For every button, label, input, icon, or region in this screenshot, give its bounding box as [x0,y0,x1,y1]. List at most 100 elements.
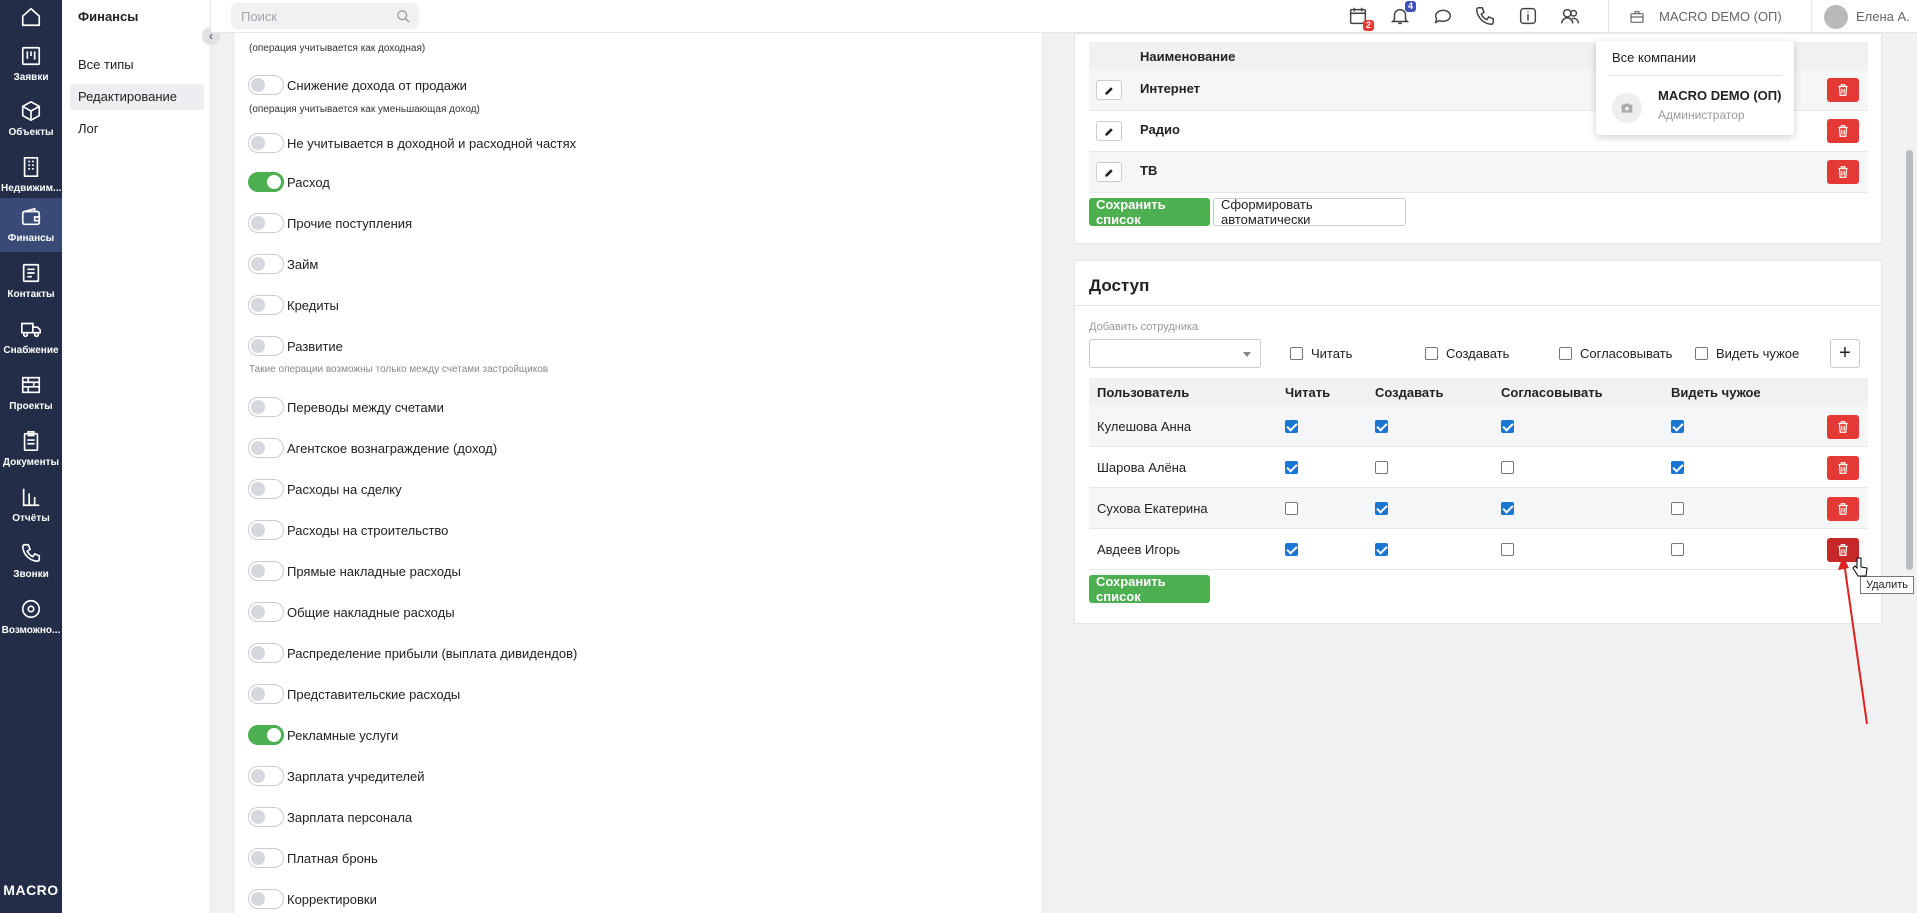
nav-home[interactable] [0,0,62,33]
operation-toggle-row[interactable]: Представительские расходы [248,684,460,704]
operation-toggle-row[interactable]: Рекламные услуги [248,725,398,745]
nav-contacts[interactable]: Контакты [0,254,62,308]
operation-toggle-row[interactable]: Прочие поступления [248,213,412,233]
nav-documents[interactable]: Документы [0,422,62,476]
notifications-button[interactable]: 4 [1389,1,1416,27]
operation-toggle-row[interactable]: Развитие [248,336,343,356]
operation-toggle-row[interactable]: Зарплата учредителей [248,766,425,786]
delete-button[interactable] [1827,119,1859,143]
info-button[interactable] [1517,5,1539,27]
company-switcher[interactable]: MACRO DEMO (ОП) [1608,0,1782,33]
nav-calls[interactable]: Звонки [0,534,62,588]
read-checkbox[interactable] [1285,461,1298,474]
operation-toggle-row[interactable]: Распределение прибыли (выплата дивидендо… [248,643,577,663]
operation-toggle-row[interactable]: Расход [248,172,330,192]
toggle-switch[interactable] [248,295,284,315]
toggle-switch[interactable] [248,889,284,909]
operation-toggle-row[interactable]: Платная бронь [248,848,378,868]
toggle-switch[interactable] [248,643,284,663]
create-checkbox[interactable] [1375,543,1388,556]
operation-toggle-row[interactable]: Корректировки [248,889,377,909]
nav-projects[interactable]: Проекты [0,366,62,420]
search-input[interactable]: Поиск [231,3,419,29]
toggle-switch[interactable] [248,725,284,745]
toggle-switch[interactable] [248,397,284,417]
edit-button[interactable] [1096,121,1122,141]
auto-generate-button[interactable]: Сформировать автоматически [1213,197,1406,227]
operation-toggle-row[interactable]: Общие накладные расходы [248,602,455,622]
nav-zayavki[interactable]: Заявки [0,37,62,91]
approve-checkbox[interactable] [1501,420,1514,433]
operation-toggle-row[interactable]: Зарплата персонала [248,807,412,827]
chat-button[interactable] [1432,5,1454,27]
toggle-switch[interactable] [248,561,284,581]
nav-finance[interactable]: Финансы [0,198,62,252]
see-others-checkbox[interactable] [1671,461,1684,474]
save-list-button[interactable]: Сохранить список [1089,197,1210,227]
nav-supply[interactable]: Снабжение [0,310,62,364]
toggle-switch[interactable] [248,602,284,622]
option-approve[interactable]: Согласовывать [1559,346,1672,361]
nav-realty[interactable]: Недвижим... [0,148,62,202]
delete-button[interactable] [1827,497,1859,521]
checkbox[interactable] [1695,347,1708,360]
approve-checkbox[interactable] [1501,543,1514,556]
save-access-button[interactable]: Сохранить список [1089,574,1210,604]
edit-button[interactable] [1096,162,1122,182]
calendar-button[interactable]: 2 [1347,5,1374,31]
see-others-checkbox[interactable] [1671,543,1684,556]
create-checkbox[interactable] [1375,461,1388,474]
toggle-switch[interactable] [248,133,284,153]
toggle-switch[interactable] [248,438,284,458]
read-checkbox[interactable] [1285,502,1298,515]
operation-toggle-row[interactable]: Кредиты [248,295,339,315]
toggle-switch[interactable] [248,807,284,827]
checkbox[interactable] [1425,347,1438,360]
page-scrollbar[interactable] [1906,150,1913,570]
option-see-others[interactable]: Видеть чужое [1695,346,1799,361]
subnav-all-types[interactable]: Все типы [70,52,204,78]
see-others-checkbox[interactable] [1671,420,1684,433]
toggle-switch[interactable] [248,213,284,233]
calls-button[interactable] [1474,5,1496,27]
subnav-editing[interactable]: Редактирование [70,84,204,110]
toggle-switch[interactable] [248,848,284,868]
delete-button[interactable] [1827,160,1859,184]
operation-toggle-row[interactable]: Агентское вознаграждение (доход) [248,438,497,458]
operation-toggle-row[interactable]: Расходы на строительство [248,520,448,540]
toggle-switch[interactable] [248,684,284,704]
company-option-name[interactable]: MACRO DEMO (ОП) [1658,88,1781,103]
users-button[interactable] [1559,5,1581,27]
approve-checkbox[interactable] [1501,502,1514,515]
operation-toggle-row[interactable]: Не учитывается в доходной и расходной ча… [248,133,576,153]
read-checkbox[interactable] [1285,420,1298,433]
create-checkbox[interactable] [1375,420,1388,433]
operation-toggle-row[interactable]: Переводы между счетами [248,397,444,417]
see-others-checkbox[interactable] [1671,502,1684,515]
create-checkbox[interactable] [1375,502,1388,515]
toggle-switch[interactable] [248,75,284,95]
checkbox[interactable] [1559,347,1572,360]
all-companies-item[interactable]: Все компании [1612,50,1696,65]
checkbox[interactable] [1290,347,1303,360]
operation-toggle-row[interactable]: Займ [248,254,318,274]
toggle-switch[interactable] [248,336,284,356]
nav-objects[interactable]: Объекты [0,92,62,146]
toggle-switch[interactable] [248,766,284,786]
employee-select[interactable] [1089,339,1261,368]
toggle-switch[interactable] [248,172,284,192]
operation-toggle-row[interactable]: Прямые накладные расходы [248,561,461,581]
read-checkbox[interactable] [1285,543,1298,556]
operation-toggle-row[interactable]: Снижение дохода от продажи [248,75,467,95]
nav-features[interactable]: Возможно... [0,590,62,644]
subnav-log[interactable]: Лог [70,116,204,142]
option-create[interactable]: Создавать [1425,346,1509,361]
toggle-switch[interactable] [248,479,284,499]
option-read[interactable]: Читать [1290,346,1352,361]
user-menu[interactable]: Елена А. [1811,0,1917,33]
toggle-switch[interactable] [248,254,284,274]
delete-button[interactable] [1827,78,1859,102]
toggle-switch[interactable] [248,520,284,540]
approve-checkbox[interactable] [1501,461,1514,474]
operation-toggle-row[interactable]: Расходы на сделку [248,479,402,499]
